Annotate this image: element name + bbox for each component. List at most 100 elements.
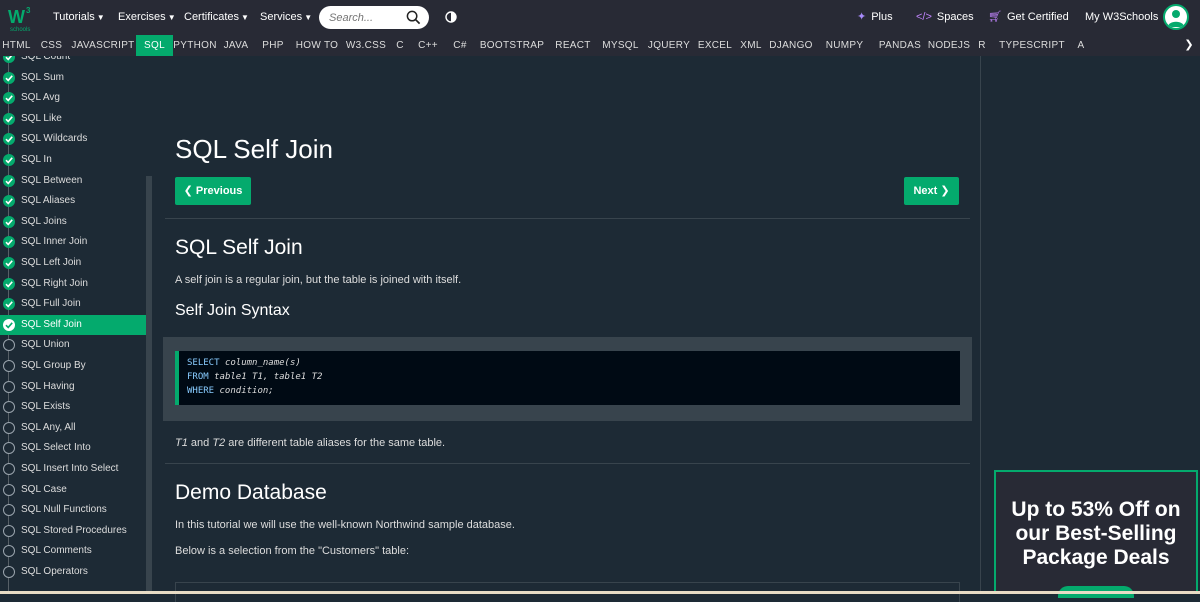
plus-link[interactable]: ✦ Plus [857, 0, 893, 35]
tab-excel[interactable]: EXCEL [694, 35, 736, 56]
tab-w3-css[interactable]: W3.CSS [343, 35, 389, 56]
sidebar-item[interactable]: SQL Between [0, 171, 146, 191]
sidebar-item[interactable]: SQL Like [0, 109, 146, 129]
tab-xml[interactable]: XML [736, 35, 766, 56]
sidebar-item[interactable]: SQL Count [0, 56, 146, 67]
sidebar-item-label: SQL Wildcards [21, 133, 88, 145]
next-button[interactable]: Next ❯ [904, 177, 959, 205]
exercises-menu[interactable]: Exercises ▼ [118, 0, 176, 35]
sidebar-item[interactable]: SQL Wildcards [0, 129, 146, 149]
tab-html[interactable]: HTML [0, 35, 33, 56]
tab-how-to[interactable]: HOW TO [291, 35, 343, 56]
sidebar-item[interactable]: SQL Null Functions [0, 500, 146, 520]
w3schools-logo[interactable]: W 3 schools [6, 4, 34, 32]
get-certified-link[interactable]: 🛒︎ Get Certified [988, 0, 1069, 35]
sidebar-item[interactable]: SQL Sum [0, 68, 146, 88]
tab-jquery[interactable]: JQUERY [644, 35, 694, 56]
get-certified-label: Get Certified [1006, 11, 1069, 23]
sidebar-item[interactable]: SQL Comments [0, 541, 146, 561]
alias-t2: T2 [212, 437, 226, 449]
tutorials-menu[interactable]: Tutorials ▼ [53, 0, 105, 35]
sidebar-scrollbar[interactable] [146, 176, 152, 594]
tab-r[interactable]: R [971, 35, 993, 56]
sidebar-item[interactable]: SQL Avg [0, 88, 146, 108]
sidebar-item[interactable]: SQL Union [0, 335, 146, 355]
sidebar-item[interactable]: SQL Inner Join [0, 232, 146, 252]
tab-pandas[interactable]: PANDAS [873, 35, 927, 56]
tab-c[interactable]: C++ [411, 35, 445, 56]
tab-python[interactable]: PYTHON [173, 35, 217, 56]
svg-text:schools: schools [10, 27, 30, 32]
empty-circle-icon [3, 380, 15, 393]
tab-c[interactable]: C [389, 35, 411, 56]
code-keyword: WHERE [187, 386, 215, 396]
empty-circle-icon [3, 401, 15, 414]
check-circle-icon [3, 277, 15, 290]
check-circle-icon [3, 71, 15, 84]
tab-sql[interactable]: SQL [136, 35, 173, 56]
sidebar-item[interactable]: SQL Right Join [0, 274, 146, 294]
tab-bootstrap[interactable]: BOOTSTRAP [475, 35, 549, 56]
tab-java[interactable]: JAVA [217, 35, 255, 56]
tab-a[interactable]: A [1071, 35, 1091, 56]
search-input[interactable] [329, 6, 409, 29]
check-circle-icon [3, 92, 15, 105]
search-icon[interactable] [406, 10, 421, 25]
my-w3schools-link[interactable]: My W3Schools [1085, 0, 1158, 35]
code-keyword: SELECT [187, 358, 220, 368]
previous-button[interactable]: ❮ Previous [175, 177, 251, 205]
intro-text: A self join is a regular join, but the t… [175, 274, 462, 286]
empty-circle-icon [3, 524, 15, 537]
alias-t1: T1 [175, 437, 188, 449]
certificates-menu[interactable]: Certificates ▼ [184, 0, 249, 35]
sidebar-item[interactable]: SQL Having [0, 377, 146, 397]
tab-django[interactable]: DJANGO [766, 35, 816, 56]
tab-c[interactable]: C# [445, 35, 475, 56]
user-avatar-icon[interactable] [1163, 4, 1189, 30]
my-w3schools-label: My W3Schools [1085, 11, 1159, 23]
tab-numpy[interactable]: NUMPY [816, 35, 873, 56]
sidebar-item-label: SQL Having [21, 380, 75, 392]
sidebar-item[interactable]: SQL Operators [0, 562, 146, 582]
check-circle-icon [3, 298, 15, 311]
code-text: table1 T1, table1 T2 [214, 372, 323, 382]
sidebar-item-label: SQL Any, All [21, 421, 76, 433]
sidebar-item[interactable]: SQL Stored Procedures [0, 521, 146, 541]
sidebar-item[interactable]: SQL Aliases [0, 191, 146, 211]
sidebar-item-label: SQL Sum [21, 71, 64, 83]
sidebar-item[interactable]: SQL Group By [0, 356, 146, 376]
spaces-link[interactable]: </> Spaces [916, 0, 974, 35]
sidebar-item[interactable]: SQL Select Into [0, 438, 146, 458]
check-circle-icon [3, 174, 15, 187]
services-menu[interactable]: Services ▼ [260, 0, 312, 35]
tab-mysql[interactable]: MYSQL [597, 35, 644, 56]
sidebar-item[interactable]: SQL Any, All [0, 418, 146, 438]
sidebar-item-label: SQL Aliases [21, 195, 76, 207]
sidebar-item[interactable]: SQL Joins [0, 212, 146, 232]
check-circle-icon [3, 112, 15, 125]
syntax-code-box: SELECT column_name(s) FROM table1 T1, ta… [163, 337, 972, 421]
sidebar-item[interactable]: SQL Full Join [0, 294, 146, 314]
check-circle-icon [3, 318, 15, 331]
tab-react[interactable]: REACT [549, 35, 597, 56]
chevron-right-icon[interactable]: ❯ [1178, 35, 1200, 56]
empty-circle-icon [3, 566, 15, 578]
sidebar-item-label: SQL Operators [21, 566, 88, 577]
sidebar-item[interactable]: SQL Exists [0, 397, 146, 417]
check-circle-icon [3, 56, 15, 63]
promo-ad[interactable]: Up to 53% Off on our Best-Selling Packag… [994, 470, 1198, 598]
demo-heading: Demo Database [175, 481, 327, 504]
tutorials-label: Tutorials [53, 11, 95, 23]
sidebar-item[interactable]: SQL Case [0, 480, 146, 500]
tab-css[interactable]: CSS [33, 35, 70, 56]
certificates-label: Certificates [184, 11, 240, 23]
tab-javascript[interactable]: JAVASCRIPT [70, 35, 136, 56]
sidebar-item[interactable]: SQL Insert Into Select [0, 459, 146, 479]
sidebar-item[interactable]: SQL Left Join [0, 253, 146, 273]
tab-php[interactable]: PHP [255, 35, 291, 56]
sidebar-item[interactable]: SQL In [0, 150, 146, 170]
tab-nodejs[interactable]: NODEJS [927, 35, 971, 56]
sidebar-item[interactable]: SQL Self Join [0, 314, 146, 335]
dark-mode-toggle-icon[interactable] [445, 11, 457, 23]
tab-typescript[interactable]: TYPESCRIPT [993, 35, 1071, 56]
